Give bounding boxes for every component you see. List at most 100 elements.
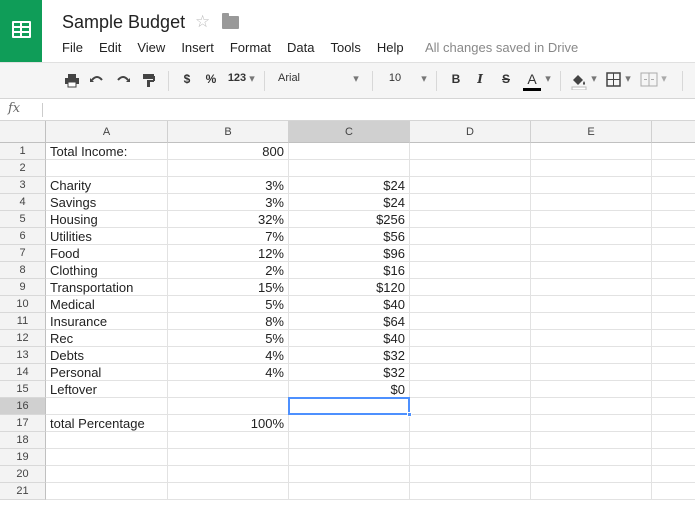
cell[interactable] [652, 279, 695, 296]
fill-handle[interactable] [407, 412, 412, 417]
cell[interactable]: Debts [46, 347, 168, 364]
cell[interactable]: 32% [168, 211, 289, 228]
cell[interactable] [410, 347, 531, 364]
chevron-down-icon[interactable]: ▾ [544, 72, 552, 90]
cell[interactable] [46, 466, 168, 483]
strikethrough-button[interactable]: S [500, 72, 512, 90]
cell[interactable]: Food [46, 245, 168, 262]
cell[interactable] [289, 449, 410, 466]
row-header[interactable]: 6 [0, 228, 46, 245]
cell[interactable] [168, 466, 289, 483]
cell[interactable]: 2% [168, 262, 289, 279]
column-header-c[interactable]: C [289, 121, 410, 143]
row-header[interactable]: 9 [0, 279, 46, 296]
cell[interactable] [410, 160, 531, 177]
menu-view[interactable]: View [137, 40, 165, 55]
cell[interactable] [410, 483, 531, 500]
cell[interactable]: $96 [289, 245, 410, 262]
font-size-select[interactable]: 10 [386, 72, 404, 90]
cell[interactable] [168, 449, 289, 466]
borders-icon[interactable] [606, 72, 622, 90]
cell[interactable] [531, 177, 652, 194]
cell[interactable] [531, 296, 652, 313]
row-header[interactable]: 2 [0, 160, 46, 177]
cell[interactable] [531, 449, 652, 466]
cell[interactable] [410, 415, 531, 432]
paint-format-icon[interactable] [141, 72, 157, 90]
select-all-corner[interactable] [0, 121, 46, 143]
chevron-down-icon[interactable]: ▾ [590, 72, 598, 90]
cell[interactable]: Leftover [46, 381, 168, 398]
row-header[interactable]: 4 [0, 194, 46, 211]
cell[interactable] [531, 279, 652, 296]
cell[interactable]: 5% [168, 330, 289, 347]
cell[interactable] [652, 211, 695, 228]
cell[interactable]: Clothing [46, 262, 168, 279]
menu-insert[interactable]: Insert [181, 40, 214, 55]
cell[interactable] [531, 381, 652, 398]
cell[interactable] [46, 160, 168, 177]
cell[interactable]: $56 [289, 228, 410, 245]
undo-icon[interactable] [89, 72, 105, 90]
cell[interactable] [531, 347, 652, 364]
cell[interactable] [531, 143, 652, 160]
cell[interactable] [168, 398, 289, 415]
number-format-button[interactable]: 123 [226, 72, 248, 90]
formula-input[interactable] [50, 102, 650, 118]
cell[interactable]: 3% [168, 177, 289, 194]
cell[interactable] [168, 160, 289, 177]
cell[interactable] [46, 483, 168, 500]
cell[interactable] [652, 262, 695, 279]
row-header[interactable]: 16 [0, 398, 46, 415]
cell[interactable]: $24 [289, 177, 410, 194]
currency-format-button[interactable]: $ [180, 72, 194, 90]
cell[interactable] [652, 160, 695, 177]
cell[interactable]: 12% [168, 245, 289, 262]
cell[interactable] [652, 313, 695, 330]
row-header[interactable]: 11 [0, 313, 46, 330]
row-header[interactable]: 21 [0, 483, 46, 500]
cell[interactable] [46, 432, 168, 449]
cell[interactable]: Rec [46, 330, 168, 347]
fill-color-icon[interactable] [570, 72, 588, 90]
chevron-down-icon[interactable]: ▾ [660, 72, 668, 90]
cell[interactable] [168, 483, 289, 500]
row-header[interactable]: 20 [0, 466, 46, 483]
cell[interactable] [46, 398, 168, 415]
row-header[interactable]: 10 [0, 296, 46, 313]
column-header-b[interactable]: B [168, 121, 289, 143]
cell[interactable]: $32 [289, 364, 410, 381]
cell[interactable] [531, 398, 652, 415]
cell[interactable] [652, 398, 695, 415]
cell[interactable] [652, 466, 695, 483]
row-header[interactable]: 3 [0, 177, 46, 194]
chevron-down-icon[interactable]: ▾ [624, 72, 632, 90]
chevron-down-icon[interactable]: ▾ [352, 72, 360, 90]
cell[interactable]: Savings [46, 194, 168, 211]
row-header[interactable]: 7 [0, 245, 46, 262]
cell[interactable]: 4% [168, 347, 289, 364]
column-header-e[interactable]: E [531, 121, 652, 143]
cell[interactable] [531, 483, 652, 500]
cell[interactable]: Medical [46, 296, 168, 313]
cell[interactable]: $16 [289, 262, 410, 279]
cell[interactable] [531, 245, 652, 262]
cell[interactable] [168, 432, 289, 449]
cell[interactable] [410, 143, 531, 160]
cell[interactable] [410, 296, 531, 313]
cell[interactable] [289, 432, 410, 449]
cell[interactable] [289, 466, 410, 483]
cell[interactable]: $24 [289, 194, 410, 211]
cell[interactable]: Charity [46, 177, 168, 194]
row-header[interactable]: 13 [0, 347, 46, 364]
cell[interactable]: Personal [46, 364, 168, 381]
star-icon[interactable]: ☆ [195, 12, 210, 32]
cell[interactable] [410, 279, 531, 296]
cell[interactable] [531, 160, 652, 177]
cell[interactable] [410, 228, 531, 245]
redo-icon[interactable] [115, 72, 131, 90]
cell[interactable] [410, 330, 531, 347]
cell[interactable] [531, 432, 652, 449]
cell[interactable] [652, 432, 695, 449]
cell[interactable] [410, 449, 531, 466]
